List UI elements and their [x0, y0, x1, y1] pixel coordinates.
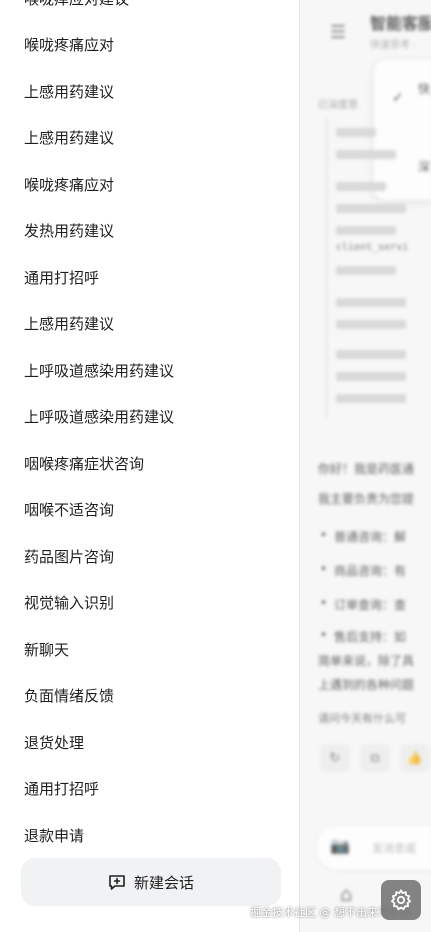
thinking-line — [336, 320, 406, 329]
history-item[interactable]: 新聊天 — [0, 626, 299, 673]
thinking-line — [336, 150, 396, 159]
answer-bullet: 售后支持：如 — [320, 628, 406, 645]
history-item[interactable]: 药品图片咨询 — [0, 533, 299, 580]
thinking-line — [336, 350, 406, 359]
message-input-placeholder: 发消息或 — [372, 842, 416, 855]
thinking-line — [336, 266, 396, 275]
answer-greeting: 你好！我是药医通 — [318, 462, 415, 476]
history-item[interactable]: 上呼吸道感染用药建议 — [0, 347, 299, 394]
refresh-icon[interactable]: ↻ — [320, 744, 350, 772]
history-item[interactable]: 喉咙痒应对建议 — [0, 0, 299, 22]
answer-summary: 简单来说，除了具 — [318, 654, 415, 668]
answer-bullet: 商品咨询：有 — [320, 562, 406, 579]
thumbs-up-icon[interactable]: 👍 — [400, 744, 430, 772]
thinking-line — [336, 204, 406, 213]
chat-title: 智能客服 — [370, 14, 431, 33]
thinking-label: 已深度思 — [318, 100, 358, 111]
home-icon[interactable]: ⌂ — [340, 882, 353, 906]
history-item[interactable]: 上感用药建议 — [0, 115, 299, 162]
history-item[interactable]: 咽喉不适咨询 — [0, 487, 299, 534]
history-item[interactable]: 喉咙疼痛应对 — [0, 161, 299, 208]
answer-desc: 我主要负责为您提 — [318, 492, 415, 506]
settings-button[interactable] — [381, 880, 421, 920]
history-item[interactable]: 发热用药建议 — [0, 208, 299, 255]
new-chat-button[interactable]: 新建会话 — [21, 858, 281, 906]
history-item[interactable]: 上呼吸道感染用药建议 — [0, 394, 299, 441]
menu-icon[interactable]: ☰ — [330, 22, 346, 43]
message-actions: ↻ ⧉ 👍 — [320, 744, 430, 774]
chat-subtitle: 快速思考 · — [370, 40, 417, 51]
answer-question: 请问今天有什么可 — [318, 712, 406, 725]
answer-summary: 上遇到的各种问题 — [318, 678, 415, 692]
history-item[interactable]: 退款申请 — [0, 812, 299, 859]
thinking-line — [336, 128, 376, 137]
history-item[interactable]: 通用打招呼 — [0, 254, 299, 301]
copy-icon[interactable]: ⧉ — [360, 744, 390, 772]
thinking-line — [336, 372, 406, 381]
history-item[interactable]: 咽喉疼痛症状咨询 — [0, 440, 299, 487]
chat-page-blurred: ☰ 智能客服 快速思考 · ✓ 快 深 已深度思 client_servi 你好… — [300, 0, 431, 932]
thinking-code: client_servi — [336, 242, 409, 253]
history-item[interactable]: 通用打招呼 — [0, 766, 299, 813]
check-icon: ✓ — [392, 90, 404, 106]
new-chat-label: 新建会话 — [133, 873, 194, 892]
thinking-line — [336, 226, 396, 235]
history-item[interactable]: 负面情绪反馈 — [0, 673, 299, 720]
thinking-line — [336, 182, 386, 191]
history-list: 喉咙痒应对建议 喉咙疼痛应对 上感用药建议 上感用药建议 喉咙疼痛应对 发热用药… — [0, 0, 299, 859]
history-sidebar: 喉咙痒应对建议 喉咙疼痛应对 上感用药建议 上感用药建议 喉咙疼痛应对 发热用药… — [0, 0, 300, 932]
history-item[interactable]: 上感用药建议 — [0, 68, 299, 115]
answer-bullet: 普通咨询：解 — [320, 528, 406, 545]
history-item[interactable]: 视觉输入识别 — [0, 580, 299, 627]
camera-icon[interactable]: 📷 — [330, 836, 350, 855]
mode-option-fast[interactable]: 快 — [418, 80, 430, 97]
thinking-line — [336, 394, 406, 403]
thinking-line — [336, 298, 406, 307]
settings-gear-icon — [390, 888, 412, 911]
history-item[interactable]: 喉咙疼痛应对 — [0, 22, 299, 69]
chat-plus-icon — [108, 873, 126, 891]
history-item[interactable]: 上感用药建议 — [0, 301, 299, 348]
answer-bullet: 订单查询：查 — [320, 596, 406, 613]
history-item[interactable]: 退货处理 — [0, 719, 299, 766]
